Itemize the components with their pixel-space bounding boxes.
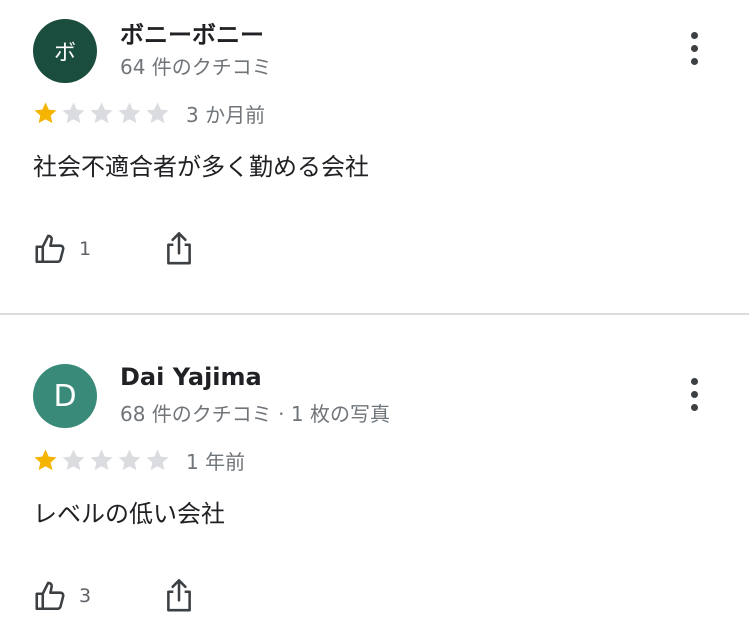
star-empty-icon xyxy=(146,448,169,470)
review-time: 3 か月前 xyxy=(186,102,266,127)
thumbs-up-icon xyxy=(35,581,65,611)
like-count: 3 xyxy=(79,585,92,607)
star-empty-icon xyxy=(118,448,141,470)
review-text: 社会不適合者が多く勤める会社 xyxy=(33,153,369,181)
star-empty-icon xyxy=(62,101,85,123)
more-vert-icon xyxy=(690,31,698,39)
share-button[interactable] xyxy=(161,229,197,269)
review-card: D Dai Yajima 68 件のクチコミ · 1 枚の写真 1 年前 レベル… xyxy=(0,316,749,638)
more-options-button[interactable] xyxy=(680,28,708,68)
like-button[interactable]: 3 xyxy=(33,576,91,616)
star-empty-icon xyxy=(62,448,85,470)
more-options-button[interactable] xyxy=(680,374,708,414)
reviewer-meta: 64 件のクチコミ xyxy=(120,55,272,79)
reviewer-name[interactable]: ボニーボニー xyxy=(120,15,264,50)
reviewer-meta: 68 件のクチコミ · 1 枚の写真 xyxy=(120,402,390,426)
share-icon xyxy=(167,232,191,265)
star-empty-icon xyxy=(90,101,113,123)
star-filled-icon xyxy=(34,101,57,123)
more-vert-icon xyxy=(690,377,698,385)
share-icon xyxy=(167,579,191,612)
like-count: 1 xyxy=(79,238,92,260)
like-button[interactable]: 1 xyxy=(33,229,91,269)
review-time: 1 年前 xyxy=(186,449,246,474)
thumbs-up-icon xyxy=(35,234,65,264)
star-empty-icon xyxy=(146,101,169,123)
star-filled-icon xyxy=(34,448,57,470)
rating-row: 3 か月前 xyxy=(32,98,265,128)
star-rating xyxy=(32,447,172,474)
more-vert-icon-dot xyxy=(690,390,698,398)
more-vert-icon-dot xyxy=(690,403,698,411)
star-rating xyxy=(32,100,172,127)
avatar[interactable]: D xyxy=(33,364,97,428)
avatar[interactable]: ボ xyxy=(33,19,97,83)
more-vert-icon-dot xyxy=(690,57,698,65)
rating-row: 1 年前 xyxy=(32,445,245,475)
more-vert-icon-dot xyxy=(690,44,698,52)
share-button[interactable] xyxy=(161,576,197,616)
review-card: ボ ボニーボニー 64 件のクチコミ 3 か月前 社会不適合者が多く勤める会社 … xyxy=(0,0,749,313)
star-empty-icon xyxy=(118,101,141,123)
star-empty-icon xyxy=(90,448,113,470)
reviewer-name[interactable]: Dai Yajima xyxy=(120,363,262,391)
review-divider xyxy=(0,313,749,315)
review-text: レベルの低い会社 xyxy=(33,500,225,528)
